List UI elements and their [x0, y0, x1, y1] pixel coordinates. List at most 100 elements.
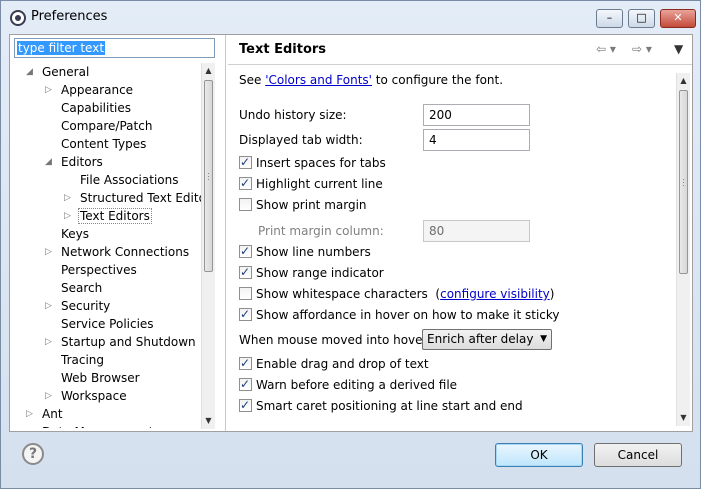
minimize-button[interactable]: – [596, 9, 623, 28]
button-bar: ? OK Cancel [9, 432, 693, 484]
tree-expanded-arrow-icon[interactable]: ◢ [45, 153, 55, 171]
range-indicator-label: Show range indicator [256, 266, 384, 280]
maximize-button[interactable]: □ [628, 9, 655, 28]
hover-select[interactable]: Enrich after delay ▼ [422, 329, 552, 350]
tree-collapsed-arrow-icon[interactable]: ▷ [45, 81, 55, 99]
tree-item-label: Perspectives [61, 263, 137, 277]
scroll-up-arrow-icon[interactable]: ▲ [202, 63, 215, 79]
tree-collapsed-arrow-icon[interactable]: ▷ [45, 387, 55, 405]
tree-item[interactable]: File Associations [78, 171, 180, 189]
checkbox-checked-icon[interactable] [239, 305, 252, 323]
filter-input[interactable] [15, 39, 214, 57]
checkbox-unchecked-icon[interactable] [239, 198, 252, 211]
configure-visibility-link[interactable]: configure visibility [440, 287, 550, 301]
tree-item[interactable]: Perspectives [59, 261, 139, 279]
page-scrollbar[interactable]: ▲ ▼ [676, 73, 690, 426]
ok-button[interactable]: OK [495, 443, 583, 467]
drag-drop-label: Enable drag and drop of text [256, 357, 429, 371]
tree-collapsed-arrow-icon[interactable]: ▷ [64, 189, 74, 207]
filter-field[interactable]: type filter text [14, 38, 215, 58]
tree-item[interactable]: ▷ Appearance [45, 81, 135, 99]
tree-item[interactable]: ▷ Network Connections [45, 243, 191, 261]
tree-item[interactable]: Content Types [59, 135, 148, 153]
tree-item[interactable]: ◢ General [26, 63, 91, 81]
tree-item[interactable]: ▷ Structured Text Editors [64, 189, 210, 207]
tree-item-label: Data Management [40, 425, 156, 428]
close-button[interactable]: ✕ [660, 9, 696, 28]
tree-item[interactable]: Keys [59, 225, 91, 243]
page-title: Text Editors [239, 42, 327, 57]
insert-spaces-checkbox[interactable]: Insert spaces for tabs [239, 153, 386, 172]
tree-collapsed-arrow-icon[interactable]: ▷ [26, 405, 36, 423]
page-scroll-thumb[interactable] [679, 90, 688, 274]
colors-and-fonts-link[interactable]: 'Colors and Fonts' [265, 73, 372, 87]
tree-collapsed-arrow-icon[interactable]: ▷ [45, 297, 55, 315]
checkbox-checked-icon[interactable] [239, 174, 252, 192]
tree-item-label: Workspace [61, 389, 127, 403]
tree-item[interactable]: Capabilities [59, 99, 133, 117]
view-menu-icon[interactable]: ▼ [674, 42, 683, 56]
tree-item[interactable]: ▷ Security [45, 297, 112, 315]
tree-item[interactable]: Compare/Patch [59, 117, 154, 135]
tree-item-label: Ant [42, 407, 63, 421]
tree-item-label: Tracing [61, 353, 105, 367]
help-icon[interactable]: ? [22, 443, 44, 465]
checkbox-checked-icon[interactable] [239, 263, 252, 281]
tree-scroll-thumb[interactable] [204, 80, 213, 272]
hover-label: When mouse moved into hover: [239, 333, 432, 347]
dropdown-arrow-icon[interactable]: ▼ [540, 330, 547, 349]
tree-item-label: Search [61, 281, 103, 295]
print-margin-checkbox[interactable]: Show print margin [239, 196, 367, 214]
tree-item-label: Appearance [61, 83, 134, 97]
affordance-checkbox[interactable]: Show affordance in hover on how to make … [239, 305, 560, 324]
tree-item[interactable]: ◢ Editors [45, 153, 105, 171]
scroll-down-arrow-icon[interactable]: ▼ [202, 413, 215, 429]
tree-collapsed-arrow-icon[interactable]: ▷ [45, 333, 55, 351]
checkbox-checked-icon[interactable] [239, 242, 252, 260]
checkbox-checked-icon[interactable] [239, 375, 252, 393]
line-numbers-checkbox[interactable]: Show line numbers [239, 242, 371, 261]
highlight-line-label: Highlight current line [256, 177, 383, 191]
scroll-down-arrow-icon[interactable]: ▼ [677, 410, 690, 426]
tree-collapsed-arrow-icon[interactable]: ▷ [26, 423, 36, 428]
warn-derived-checkbox[interactable]: Warn before editing a derived file [239, 375, 457, 394]
print-margin-label: Show print margin [256, 198, 367, 212]
whitespace-label: Show whitespace characters [256, 287, 428, 301]
eclipse-app-icon [10, 10, 26, 26]
tree-item[interactable]: ▷ Text Editors [64, 207, 152, 225]
tree-item[interactable]: ▷ Startup and Shutdown [45, 333, 198, 351]
range-indicator-checkbox[interactable]: Show range indicator [239, 263, 384, 282]
tree-scrollbar[interactable]: ▲ ▼ [201, 63, 215, 429]
title-bar[interactable]: Preferences – □ ✕ [1, 1, 700, 34]
insert-spaces-label: Insert spaces for tabs [256, 156, 386, 170]
forward-arrow-icon[interactable]: ⇨ ▾ [632, 42, 652, 56]
cancel-button[interactable]: Cancel [594, 443, 682, 467]
back-arrow-icon[interactable]: ⇦ ▾ [596, 42, 616, 56]
affordance-label: Show affordance in hover on how to make … [256, 308, 560, 322]
tree-item[interactable]: ▷ Workspace [45, 387, 129, 405]
checkbox-unchecked-icon[interactable] [239, 287, 252, 300]
scroll-up-arrow-icon[interactable]: ▲ [677, 73, 690, 89]
tree-item[interactable]: Tracing [59, 351, 106, 369]
checkbox-checked-icon[interactable] [239, 396, 252, 414]
tree-item[interactable]: ▷ Data Management [26, 423, 156, 428]
undo-history-input[interactable]: 200 [423, 104, 530, 126]
drag-drop-checkbox[interactable]: Enable drag and drop of text [239, 354, 429, 373]
tab-width-input[interactable]: 4 [423, 129, 530, 151]
tree-collapsed-arrow-icon[interactable]: ▷ [45, 243, 55, 261]
page-content: See 'Colors and Fonts' to configure the … [228, 65, 692, 431]
highlight-line-checkbox[interactable]: Highlight current line [239, 174, 383, 193]
tree-item[interactable]: Search [59, 279, 104, 297]
whitespace-paren-close: ) [549, 287, 555, 301]
tree-item[interactable]: Service Policies [59, 315, 156, 333]
checkbox-checked-icon[interactable] [239, 354, 252, 372]
tree-item[interactable]: Web Browser [59, 369, 142, 387]
smart-caret-checkbox[interactable]: Smart caret positioning at line start an… [239, 396, 523, 415]
tree-collapsed-arrow-icon[interactable]: ▷ [64, 207, 74, 225]
tree-expanded-arrow-icon[interactable]: ◢ [26, 63, 36, 81]
tree-item[interactable]: ▷ Ant [26, 405, 65, 423]
whitespace-checkbox[interactable]: Show whitespace characters (configure vi… [239, 285, 554, 303]
tree-item-label: File Associations [80, 173, 179, 187]
checkbox-checked-icon[interactable] [239, 153, 252, 171]
tree-item-label: Content Types [61, 137, 147, 151]
